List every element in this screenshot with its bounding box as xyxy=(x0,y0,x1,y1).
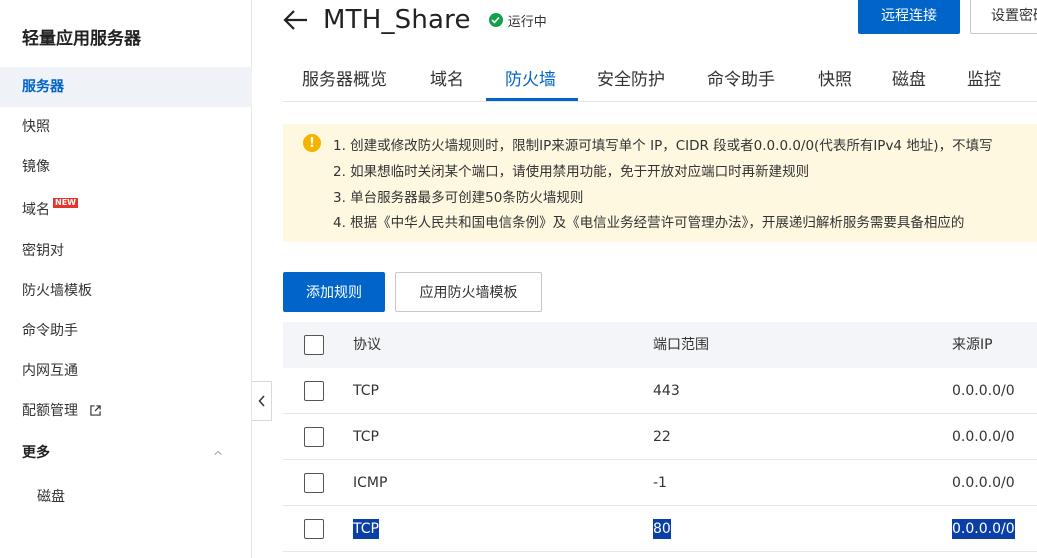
notice-line: 2. 如果想临时关闭某个端口，请使用禁用功能，免于开放对应端口时再新建规则 xyxy=(333,164,810,180)
sidebar-item-disks[interactable]: 磁盘 xyxy=(0,477,252,517)
sidebar-item-quota[interactable]: 配额管理 xyxy=(0,391,252,431)
cell-protocol: TCP xyxy=(353,429,379,445)
back-arrow-icon[interactable] xyxy=(283,9,309,31)
sidebar-item-snapshots[interactable]: 快照 xyxy=(0,107,252,147)
sidebar-item-label: 命令助手 xyxy=(22,323,78,339)
cell-protocol: ICMP xyxy=(353,475,388,491)
header-protocol: 协议 xyxy=(353,337,381,353)
sidebar-item-label: 防火墙模板 xyxy=(22,283,92,299)
tab-security[interactable]: 安全防护 xyxy=(597,58,665,102)
tab-overview[interactable]: 服务器概览 xyxy=(302,58,387,102)
cell-port: 22 xyxy=(653,429,671,445)
active-tab-indicator xyxy=(486,98,578,101)
status-text: 运行中 xyxy=(507,14,547,30)
header-source-ip: 来源IP xyxy=(952,337,993,353)
tab-domains[interactable]: 域名 xyxy=(430,58,464,102)
sidebar: 轻量应用服务器 服务器 快照 镜像 域名 NEW 密钥对 防火墙模板 命令助手 内… xyxy=(0,0,252,558)
selected-text: TCP xyxy=(353,519,379,539)
firewall-rules-table: 协议 端口范围 来源IP TCP 443 0.0.0.0/0 TCP 22 0.… xyxy=(283,322,1037,552)
page-header: MTH_Share 运行中 xyxy=(283,0,547,40)
set-password-button[interactable]: 设置密码 xyxy=(970,0,1037,34)
cell-protocol: TCP xyxy=(353,383,379,399)
tab-snapshots[interactable]: 快照 xyxy=(818,58,852,102)
cell-source: 0.0.0.0/0 xyxy=(952,506,1015,552)
apply-template-button[interactable]: 应用防火墙模板 xyxy=(395,272,542,312)
sidebar-item-command-assistant[interactable]: 命令助手 xyxy=(0,311,252,351)
sidebar-item-images[interactable]: 镜像 xyxy=(0,147,252,187)
cell-port: 80 xyxy=(653,506,671,552)
row-checkbox[interactable] xyxy=(304,427,324,447)
cell-source: 0.0.0.0/0 xyxy=(952,383,1015,399)
table-row: ICMP -1 0.0.0.0/0 xyxy=(283,460,1037,506)
sidebar-item-label: 镜像 xyxy=(22,159,50,175)
tab-command-assistant[interactable]: 命令助手 xyxy=(707,58,775,102)
cell-protocol: TCP xyxy=(353,506,379,552)
sidebar-section-more[interactable]: 更多 xyxy=(0,433,252,473)
sidebar-item-keypairs[interactable]: 密钥对 xyxy=(0,231,252,271)
selected-text: 0.0.0.0/0 xyxy=(952,519,1015,539)
sidebar-item-label: 配额管理 xyxy=(22,403,78,419)
chevron-up-icon xyxy=(214,450,222,455)
sidebar-item-intranet[interactable]: 内网互通 xyxy=(0,351,252,391)
remote-connect-button[interactable]: 远程连接 xyxy=(858,0,960,34)
sidebar-item-domains[interactable]: 域名 NEW xyxy=(0,190,252,230)
sidebar-item-servers[interactable]: 服务器 xyxy=(0,67,252,107)
selected-text: 80 xyxy=(653,519,671,539)
select-all-checkbox[interactable] xyxy=(304,335,324,355)
notice-line: 1. 创建或修改防火墙规则时，限制IP来源可填写单个 IP，CIDR 段或者0.… xyxy=(333,138,993,154)
row-checkbox[interactable] xyxy=(304,473,324,493)
sidebar-item-label: 快照 xyxy=(22,119,50,135)
tab-monitoring[interactable]: 监控 xyxy=(967,58,1001,102)
sidebar-item-label: 磁盘 xyxy=(37,489,65,505)
sidebar-item-label: 服务器 xyxy=(22,79,64,95)
warning-icon: ! xyxy=(303,134,321,152)
row-checkbox[interactable] xyxy=(304,381,324,401)
check-circle-icon xyxy=(488,13,503,27)
header-port-range: 端口范围 xyxy=(653,337,709,353)
table-row: TCP 80 0.0.0.0/0 xyxy=(283,506,1037,552)
status-badge: 运行中 xyxy=(488,11,547,30)
cell-source: 0.0.0.0/0 xyxy=(952,475,1015,491)
tab-firewall[interactable]: 防火墙 xyxy=(505,58,556,102)
cell-port: 443 xyxy=(653,383,680,399)
sidebar-item-label: 域名 xyxy=(22,202,50,218)
row-checkbox[interactable] xyxy=(304,519,324,539)
sidebar-title: 轻量应用服务器 xyxy=(22,29,141,49)
sidebar-item-label: 密钥对 xyxy=(22,243,64,259)
section-more-label: 更多 xyxy=(22,445,50,461)
cell-source: 0.0.0.0/0 xyxy=(952,429,1015,445)
sidebar-item-firewall-templates[interactable]: 防火墙模板 xyxy=(0,271,252,311)
tab-bar: 服务器概览 域名 防火墙 安全防护 命令助手 快照 磁盘 监控 xyxy=(283,58,1037,102)
table-header: 协议 端口范围 来源IP xyxy=(283,322,1037,368)
notice-line: 3. 单台服务器最多可创建50条防火墙规则 xyxy=(333,190,584,206)
notice-line: 4. 根据《中华人民共和国电信条例》及《电信业务经营许可管理办法》，开展递归解析… xyxy=(333,215,965,231)
external-link-icon xyxy=(90,405,102,416)
add-rule-button[interactable]: 添加规则 xyxy=(283,272,385,312)
page-title: MTH_Share xyxy=(323,5,471,35)
firewall-notice: ! 1. 创建或修改防火墙规则时，限制IP来源可填写单个 IP，CIDR 段或者… xyxy=(283,124,1037,242)
new-badge: NEW xyxy=(53,198,78,208)
sidebar-item-label: 内网互通 xyxy=(22,363,78,379)
cell-port: -1 xyxy=(653,475,667,491)
main-content: MTH_Share 运行中 远程连接 设置密码 服务器概览 域名 防火墙 安全防… xyxy=(253,0,1037,558)
tab-disks[interactable]: 磁盘 xyxy=(892,58,926,102)
table-row: TCP 443 0.0.0.0/0 xyxy=(283,368,1037,414)
table-row: TCP 22 0.0.0.0/0 xyxy=(283,414,1037,460)
